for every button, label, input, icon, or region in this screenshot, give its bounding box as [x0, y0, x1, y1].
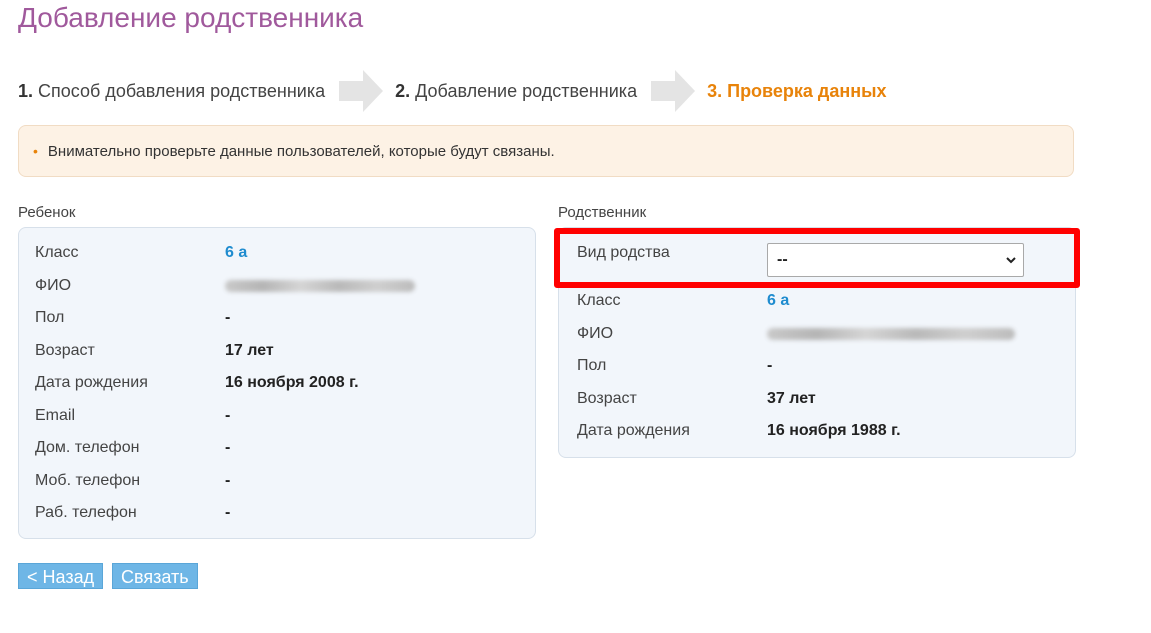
kinship-select-value: -- — [777, 251, 788, 268]
redacted-name — [225, 280, 415, 292]
step-1-label: Способ добавления родственника — [38, 80, 326, 101]
page-title: Добавление родственника — [18, 2, 364, 33]
row-value: - — [225, 472, 231, 489]
step-2-number: 2. — [395, 80, 411, 101]
row-label: Пол — [35, 309, 65, 326]
step-arrow-icon — [339, 70, 384, 112]
step-1: 1. Способ добавления родственника — [18, 81, 325, 102]
row-label: Возраст — [577, 390, 637, 407]
row-label: Email — [35, 407, 76, 424]
step-3-active: 3. Проверка данных — [707, 81, 886, 102]
child-heading: Ребенок — [18, 204, 76, 221]
row-label: ФИО — [577, 325, 614, 342]
redacted-name — [767, 328, 1015, 340]
step-3-number: 3. — [707, 80, 723, 101]
notice-text: Внимательно проверьте данные пользовател… — [47, 142, 555, 160]
row-label: Класс — [35, 244, 79, 261]
row-value: - — [225, 309, 231, 326]
row-label: Дом. телефон — [35, 439, 140, 456]
relative-class-link[interactable]: 6 а — [767, 291, 789, 311]
row-label: Дата рождения — [35, 374, 148, 391]
row-value: 16 ноября 1988 г. — [767, 422, 901, 439]
row-label: ФИО — [35, 277, 72, 294]
row-value: - — [225, 504, 231, 521]
child-panel: Класс 6 а ФИО Пол - Возраст 17 лет Дата … — [18, 227, 536, 539]
row-label: Пол — [577, 357, 607, 374]
relative-heading: Родственник — [558, 204, 647, 221]
row-label: Дата рождения — [577, 422, 690, 439]
step-arrow-icon — [651, 70, 696, 112]
row-value: - — [225, 407, 231, 424]
row-label: Раб. телефон — [35, 504, 137, 521]
chevron-down-icon — [1006, 257, 1016, 264]
row-value: 16 ноября 2008 г. — [225, 374, 359, 391]
step-2: 2. Добавление родственника — [395, 81, 637, 102]
row-value: - — [767, 357, 773, 374]
back-button[interactable]: < Назад — [18, 563, 104, 589]
link-button[interactable]: Связать — [112, 563, 198, 589]
notice-bullet: • — [33, 143, 38, 159]
row-label: Возраст — [35, 342, 95, 359]
wizard-steps: 1. Способ добавления родственника 2. Доб… — [18, 70, 886, 112]
step-3-label: Проверка данных — [727, 80, 887, 101]
step-1-number: 1. — [18, 80, 34, 101]
child-class-link[interactable]: 6 а — [225, 243, 247, 263]
row-value: - — [225, 439, 231, 456]
kinship-select[interactable]: -- — [767, 243, 1024, 277]
info-notice: • Внимательно проверьте данные пользоват… — [18, 125, 1074, 177]
row-value: 17 лет — [225, 342, 274, 359]
step-2-label: Добавление родственника — [415, 80, 638, 101]
row-label: Моб. телефон — [35, 472, 141, 489]
row-value: 37 лет — [767, 390, 816, 407]
row-label: Класс — [577, 292, 621, 309]
kinship-label: Вид родства — [577, 244, 670, 261]
